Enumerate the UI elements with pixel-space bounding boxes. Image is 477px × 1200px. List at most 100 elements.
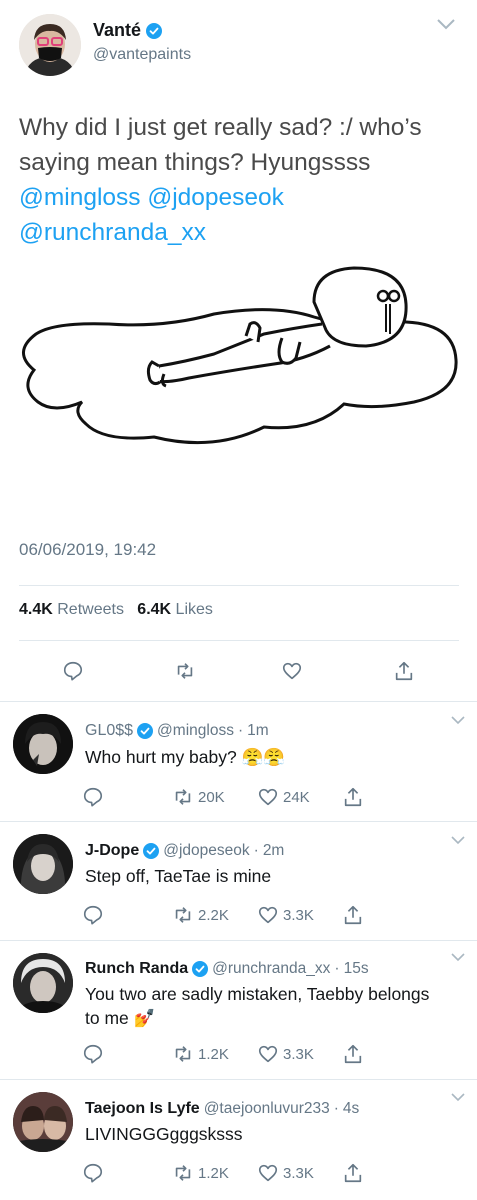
- reply-tweet[interactable]: GL0$$ @mingloss · 1m Who hurt my baby? 😤…: [0, 702, 477, 821]
- like-icon[interactable]: [257, 1162, 279, 1184]
- reply-time: 2m: [262, 842, 285, 859]
- retweets-label[interactable]: Retweets: [57, 601, 124, 618]
- meta-dot: ·: [253, 842, 259, 859]
- meta-dot: ·: [334, 960, 340, 977]
- retweet-action[interactable]: 1.2K: [172, 1043, 229, 1065]
- author-name[interactable]: Vanté: [93, 20, 141, 41]
- reply-text: Step off, TaeTae is mine: [85, 866, 272, 886]
- share-icon[interactable]: [342, 904, 364, 926]
- reply-author-handle[interactable]: @runchranda_xx: [212, 960, 330, 978]
- share-icon[interactable]: [342, 786, 364, 808]
- tweet-text: Why did I just get really sad? :/ who’s …: [19, 110, 464, 250]
- avatar-image: [13, 953, 73, 1013]
- share-icon[interactable]: [342, 1043, 364, 1065]
- chevron-down-icon[interactable]: [451, 716, 465, 725]
- reply-action-bar: 1.2K 3.3K: [0, 1043, 477, 1065]
- reply-author-handle[interactable]: @taejoonluvur233: [204, 1100, 330, 1118]
- mention-link[interactable]: @runchranda_xx: [19, 219, 206, 246]
- like-count: 3.3K: [283, 906, 314, 924]
- divider: [19, 640, 459, 641]
- reply-author-handle[interactable]: @jdopeseok: [163, 842, 249, 860]
- avatar-image: [19, 14, 81, 76]
- avatar-image: [13, 714, 73, 774]
- like-icon[interactable]: [257, 904, 279, 926]
- chevron-down-icon[interactable]: [451, 953, 465, 962]
- reply-icon[interactable]: [82, 786, 104, 808]
- reply-text: LIVINGGGgggsksss: [85, 1124, 243, 1144]
- share-icon[interactable]: [393, 660, 415, 682]
- tweet-timestamp: 06/06/2019, 19:42: [19, 540, 157, 559]
- avatar[interactable]: [13, 953, 73, 1013]
- avatar-image: [13, 1092, 73, 1152]
- author-avatar[interactable]: [19, 14, 81, 76]
- author-handle[interactable]: @vantepaints: [93, 46, 191, 64]
- retweet-icon[interactable]: [172, 1043, 194, 1065]
- like-icon[interactable]: [281, 660, 303, 682]
- likes-label[interactable]: Likes: [176, 601, 213, 618]
- like-icon[interactable]: [257, 1043, 279, 1065]
- chevron-down-icon[interactable]: [437, 18, 455, 30]
- reply-author-name[interactable]: Taejoon Is Lyfe: [85, 1100, 200, 1118]
- meta-dot: ·: [237, 722, 244, 739]
- retweet-count: 1.2K: [198, 1164, 229, 1182]
- retweet-icon[interactable]: [172, 904, 194, 926]
- reply-author-handle[interactable]: @mingloss: [157, 722, 234, 740]
- verified-badge-icon: [146, 22, 163, 39]
- reply-time: 15s: [343, 960, 369, 977]
- like-count: 24K: [283, 788, 310, 806]
- share-icon[interactable]: [342, 1162, 364, 1184]
- reply-tweet[interactable]: Runch Randa @runchranda_xx · 15s You two…: [0, 941, 477, 1079]
- retweet-count: 2.2K: [198, 906, 229, 924]
- retweet-count: 1.2K: [198, 1045, 229, 1063]
- avatar[interactable]: [13, 714, 73, 774]
- reply-tweet[interactable]: J-Dope @jdopeseok · 2m Step off, TaeTae …: [0, 822, 477, 940]
- reply-text: You two are sadly mistaken, Taebby belon…: [85, 984, 430, 1028]
- reply-time: 4s: [342, 1100, 360, 1117]
- retweet-icon[interactable]: [172, 1162, 194, 1184]
- meta-dot: ·: [333, 1100, 339, 1117]
- likes-count[interactable]: 6.4K: [137, 601, 171, 618]
- avatar[interactable]: [13, 1092, 73, 1152]
- sad-puddle-drawing[interactable]: [14, 262, 464, 462]
- retweets-count[interactable]: 4.4K: [19, 601, 53, 618]
- reply-author-name[interactable]: Runch Randa: [85, 960, 188, 978]
- reply-meta: Runch Randa @runchranda_xx · 15s: [85, 960, 369, 978]
- verified-badge-icon: [137, 723, 154, 739]
- engagement-stats: 4.4K Retweets 6.4K Likes: [19, 601, 213, 619]
- reply-tweet[interactable]: Taejoon Is Lyfe @taejoonluvur233 · 4s LI…: [0, 1080, 477, 1200]
- reply-author-name[interactable]: J-Dope: [85, 842, 139, 860]
- retweet-icon[interactable]: [174, 660, 196, 682]
- like-action[interactable]: 3.3K: [257, 1162, 314, 1184]
- reply-author-name[interactable]: GL0$$: [85, 722, 133, 740]
- mention-link[interactable]: @mingloss: [19, 184, 141, 211]
- reply-meta: Taejoon Is Lyfe @taejoonluvur233 · 4s: [85, 1100, 359, 1118]
- retweet-icon[interactable]: [172, 786, 194, 808]
- avatar[interactable]: [13, 834, 73, 894]
- reply-icon[interactable]: [82, 1162, 104, 1184]
- reply-meta: J-Dope @jdopeseok · 2m: [85, 842, 284, 860]
- main-tweet: Vanté @vantepaints Why did I just get re…: [0, 0, 477, 701]
- retweet-action[interactable]: 20K: [172, 786, 225, 808]
- retweet-action[interactable]: 2.2K: [172, 904, 229, 926]
- retweet-action[interactable]: 1.2K: [172, 1162, 229, 1184]
- mention-link[interactable]: @jdopeseok: [147, 184, 284, 211]
- tweet-action-bar: [0, 660, 477, 690]
- avatar-image: [13, 834, 73, 894]
- like-action[interactable]: 3.3K: [257, 904, 314, 926]
- reply-icon[interactable]: [62, 660, 84, 682]
- like-icon[interactable]: [257, 786, 279, 808]
- author-name-row[interactable]: Vanté: [93, 20, 163, 41]
- reply-action-bar: 20K 24K: [0, 786, 477, 808]
- like-count: 3.3K: [283, 1164, 314, 1182]
- verified-badge-icon: [143, 843, 160, 859]
- reply-icon[interactable]: [82, 904, 104, 926]
- chevron-down-icon[interactable]: [451, 836, 465, 845]
- chevron-down-icon[interactable]: [451, 1093, 465, 1102]
- reply-action-bar: 2.2K 3.3K: [0, 904, 477, 926]
- like-action[interactable]: 3.3K: [257, 1043, 314, 1065]
- retweet-count: 20K: [198, 788, 225, 806]
- like-action[interactable]: 24K: [257, 786, 310, 808]
- reply-icon[interactable]: [82, 1043, 104, 1065]
- reply-action-bar: 1.2K 3.3K: [0, 1162, 477, 1184]
- reply-time: 1m: [247, 722, 269, 739]
